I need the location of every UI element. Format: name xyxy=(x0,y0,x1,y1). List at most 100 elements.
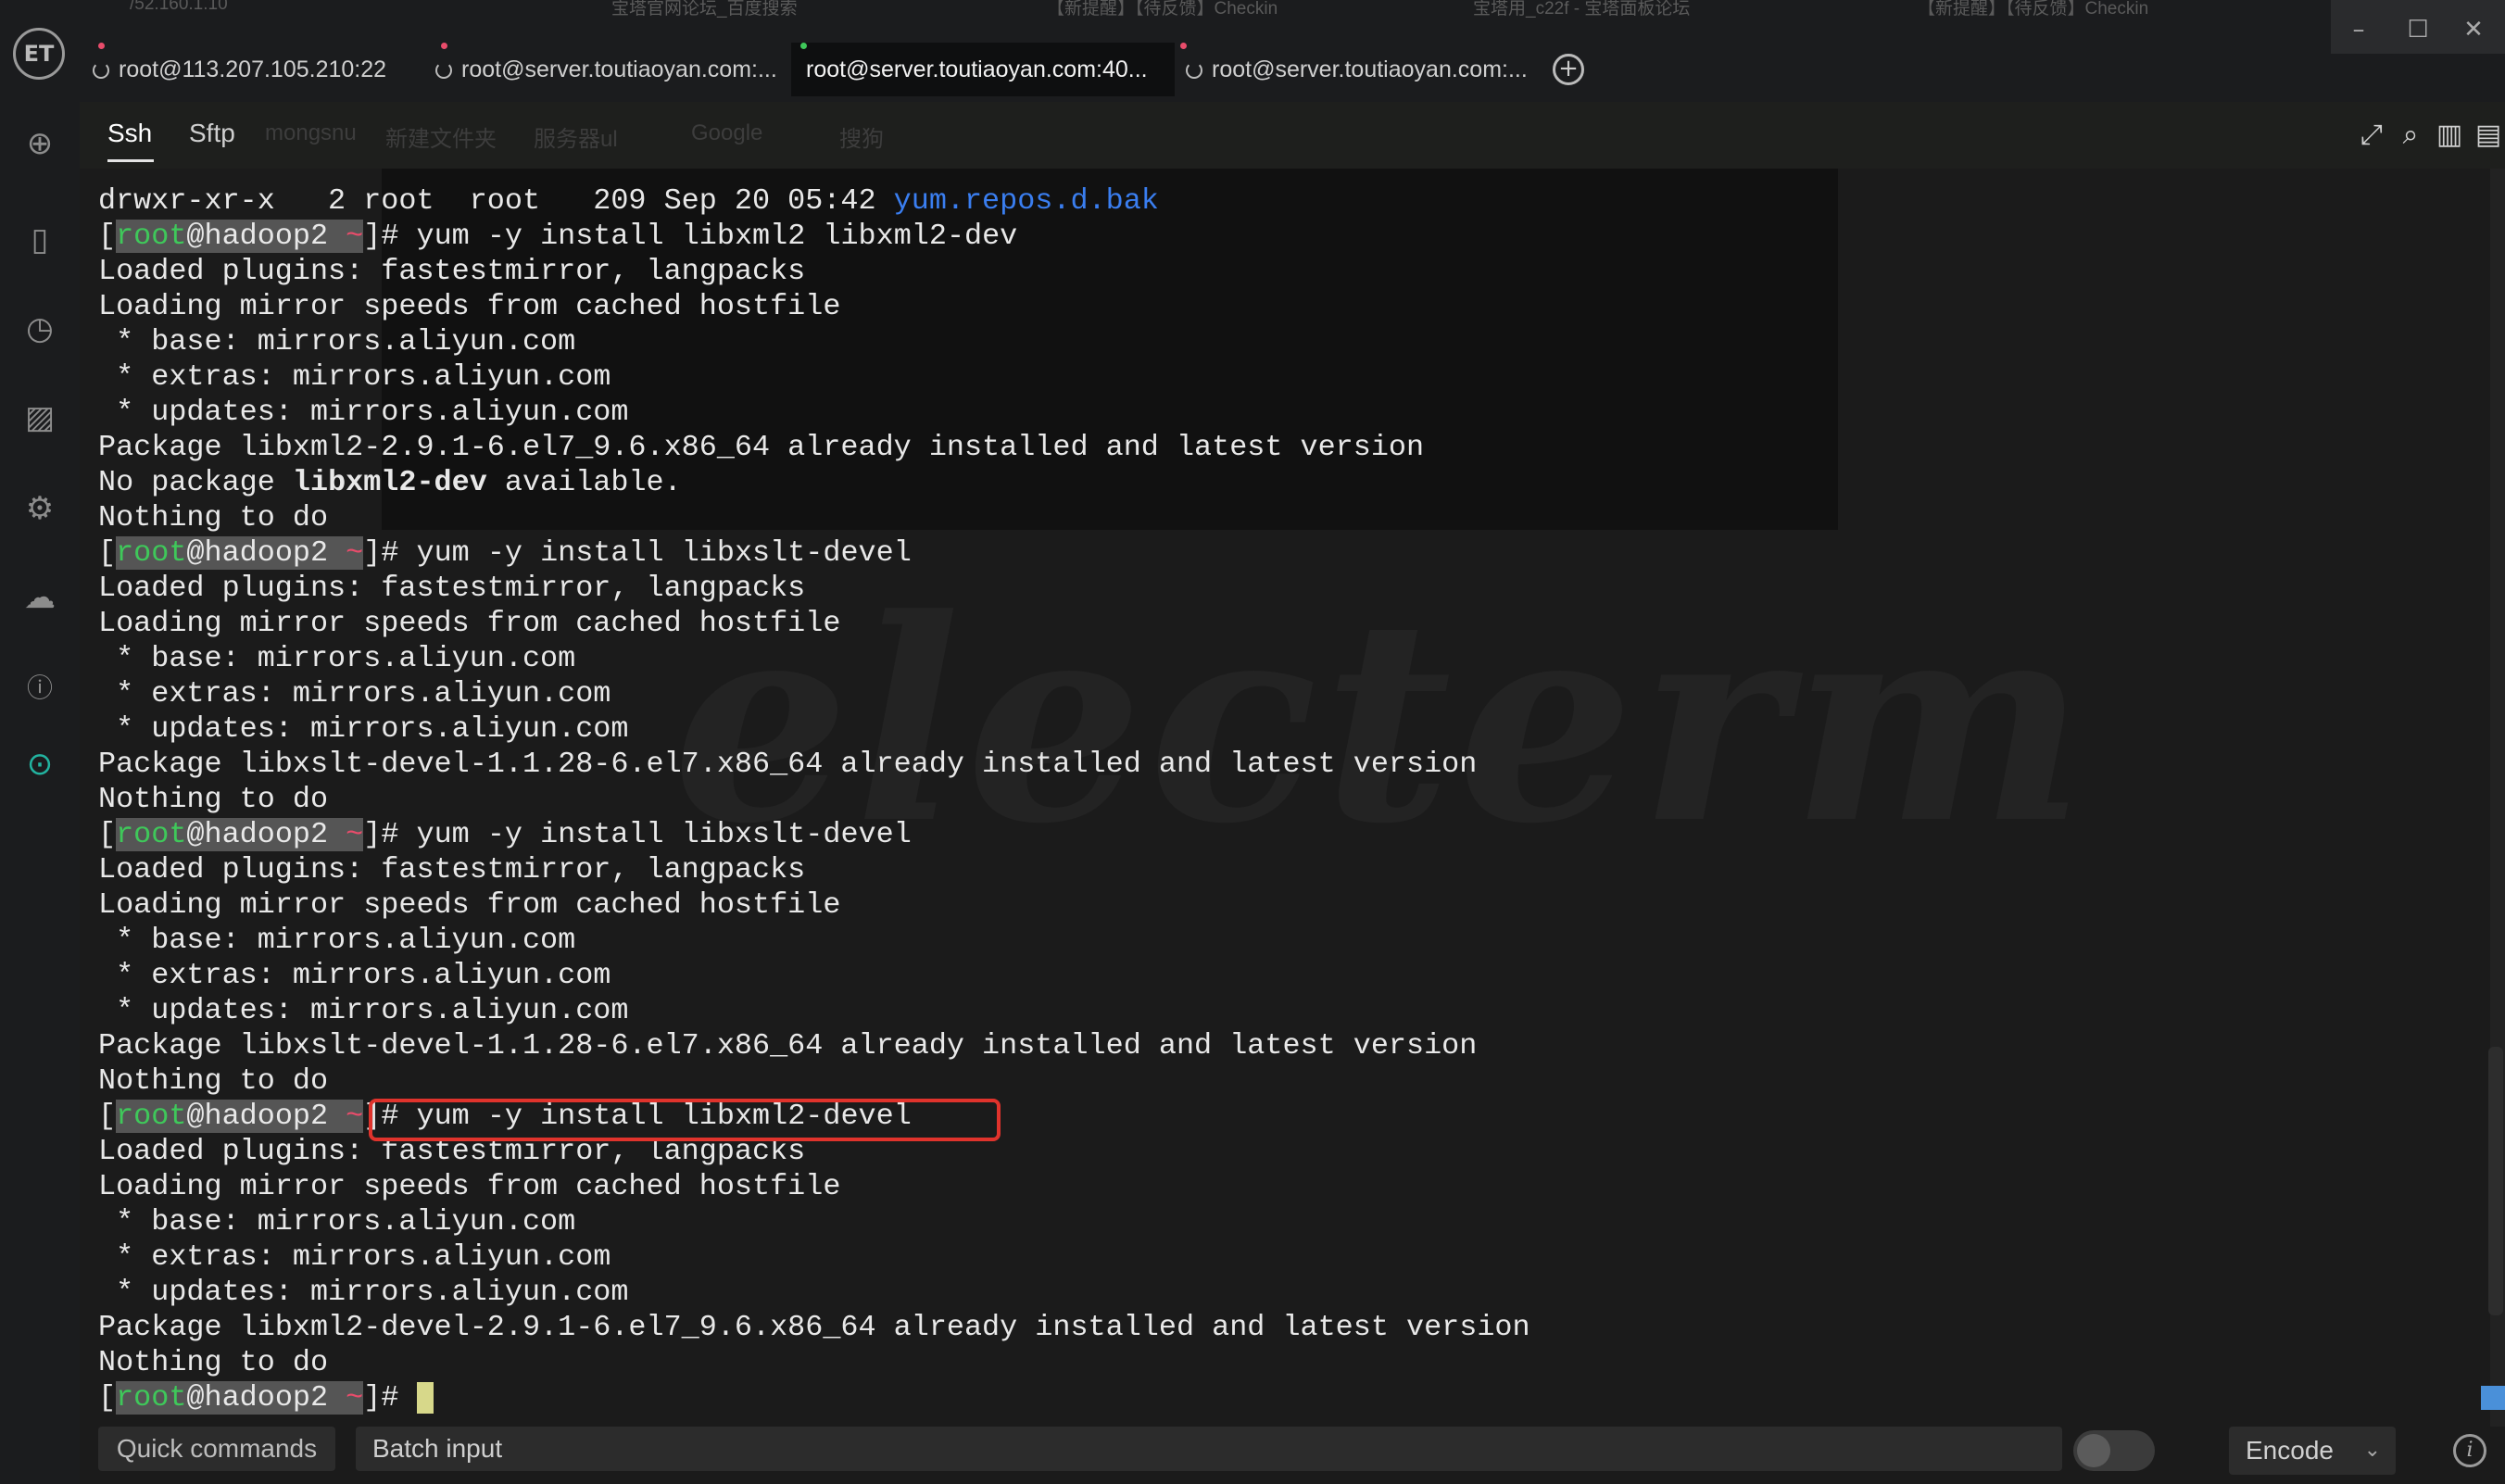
info-icon[interactable]: i xyxy=(2453,1434,2486,1467)
terminal-output-line: * base: mirrors.aliyun.com xyxy=(98,641,1530,676)
quick-commands-button[interactable]: Quick commands xyxy=(98,1427,335,1471)
prompt-user: root xyxy=(116,1100,187,1133)
prompt-dir: ~ xyxy=(346,220,364,253)
sidebar: ⊕ ▯ ◷ ▨ ⚙ ☁ ⓘ ⊙ xyxy=(0,102,80,1484)
prompt-bracket: [ xyxy=(98,1381,117,1415)
ghost-bookmark: 搜狗 xyxy=(839,127,884,152)
grid-icon[interactable]: ▤ xyxy=(2472,119,2505,152)
tab-ssh[interactable]: Ssh xyxy=(107,119,152,148)
tab-label: root@server.toutiaoyan.com:40... xyxy=(806,57,1148,82)
prompt-user: root xyxy=(116,536,187,570)
upgrade-icon[interactable]: ⊙ xyxy=(20,745,59,784)
prompt-bracket: [ xyxy=(98,818,117,851)
loading-icon xyxy=(93,62,109,80)
terminal[interactable]: electerm drwxr-xr-x 2 root root 209 Sep … xyxy=(80,169,2492,1427)
background-tab: 【新提醒】【待反馈】Checkin xyxy=(1047,0,1278,19)
status-dot xyxy=(800,43,807,49)
prompt-host: @hadoop2 xyxy=(186,536,346,570)
output-text: Package libxml2-2.9.1-6.el7_9.6.x86_64 a… xyxy=(98,431,1425,464)
image-icon[interactable]: ▨ xyxy=(20,398,59,437)
output-text: Package libxslt-devel-1.1.28-6.el7.x86_6… xyxy=(98,1029,1478,1063)
output-text: available. xyxy=(486,466,682,499)
prompt-dir: ~ xyxy=(346,818,364,851)
settings-icon[interactable]: ⚙ xyxy=(20,489,59,528)
ghost-bookmark: Google xyxy=(691,120,763,145)
prompt-bracket: [ xyxy=(98,220,117,253)
terminal-prompt-line: [root@hadoop2 ~]# yum -y install libxml2… xyxy=(98,219,1530,254)
maximize-icon[interactable]: ☐ xyxy=(2399,11,2436,48)
ghost-bookmark: 新建文件夹 xyxy=(385,127,497,152)
output-text: Loading mirror speeds from cached hostfi… xyxy=(98,607,841,640)
output-text: * extras: mirrors.aliyun.com xyxy=(98,1240,611,1274)
output-text: Nothing to do xyxy=(98,783,329,816)
cloud-sync-icon[interactable]: ☁ xyxy=(20,578,59,617)
output-text: * base: mirrors.aliyun.com xyxy=(98,1205,576,1239)
loading-icon xyxy=(1186,62,1202,80)
output-text: * extras: mirrors.aliyun.com xyxy=(98,959,611,992)
session-tab-active[interactable]: root@server.toutiaoyan.com:40... xyxy=(791,43,1175,96)
tab-label: root@server.toutiaoyan.com:... xyxy=(461,57,777,82)
output-text: * updates: mirrors.aliyun.com xyxy=(98,712,629,746)
scrollbar-thumb[interactable] xyxy=(2488,1047,2503,1315)
bookmark-icon[interactable]: ▯ xyxy=(20,220,59,259)
terminal-output-line: Loading mirror speeds from cached hostfi… xyxy=(98,1169,1530,1204)
prompt-user: root xyxy=(116,818,187,851)
status-dot xyxy=(1180,43,1187,49)
output-text: Loaded plugins: fastestmirror, langpacks xyxy=(98,572,806,605)
output-text: Package libxml2-devel-2.9.1-6.el7_9.6.x8… xyxy=(98,1311,1530,1344)
output-text: * base: mirrors.aliyun.com xyxy=(98,924,576,957)
split-icon[interactable]: ▥ xyxy=(2433,119,2466,152)
background-tab: 宝塔官网论坛_百度搜索 xyxy=(611,0,798,19)
session-tabs: root@113.207.105.210:22 root@server.tout… xyxy=(80,43,1608,96)
status-indicator xyxy=(2481,1386,2505,1410)
toggle-switch[interactable] xyxy=(2073,1430,2155,1471)
terminal-output-line: * updates: mirrors.aliyun.com xyxy=(98,993,1530,1028)
toggle-knob xyxy=(2077,1434,2110,1467)
terminal-prompt-line: [root@hadoop2 ~]# yum -y install libxslt… xyxy=(98,535,1530,571)
output-text: * extras: mirrors.aliyun.com xyxy=(98,677,611,711)
fullscreen-icon[interactable]: ⤢ xyxy=(2355,119,2388,152)
prompt-bracket: ] xyxy=(363,220,382,253)
highlight-annotation xyxy=(369,1099,1001,1141)
terminal-output-line: Loaded plugins: fastestmirror, langpacks xyxy=(98,254,1530,289)
tab-sftp[interactable]: Sftp xyxy=(189,119,235,148)
output-text: Nothing to do xyxy=(98,1064,329,1098)
prompt-user: root xyxy=(116,220,187,253)
add-tab-icon[interactable]: + xyxy=(1553,54,1584,85)
terminal-output-line: Package libxml2-devel-2.9.1-6.el7_9.6.x8… xyxy=(98,1310,1530,1345)
prompt-user: root xyxy=(116,1381,187,1415)
terminal-output-line: Loaded plugins: fastestmirror, langpacks xyxy=(98,571,1530,606)
terminal-output-line: * base: mirrors.aliyun.com xyxy=(98,923,1530,958)
output-text: * base: mirrors.aliyun.com xyxy=(98,325,576,358)
output-text: Loaded plugins: fastestmirror, langpacks xyxy=(98,853,806,887)
history-icon[interactable]: ◷ xyxy=(20,309,59,348)
terminal-output-line: Package libxslt-devel-1.1.28-6.el7.x86_6… xyxy=(98,747,1530,782)
terminal-output-line: Package libxslt-devel-1.1.28-6.el7.x86_6… xyxy=(98,1028,1530,1063)
prompt-dir: ~ xyxy=(346,536,364,570)
terminal-output-line: Loading mirror speeds from cached hostfi… xyxy=(98,887,1530,923)
session-tab[interactable]: root@113.207.105.210:22 xyxy=(93,43,435,96)
output-text: No package xyxy=(98,466,293,499)
encode-select[interactable]: Encode ⌄ xyxy=(2229,1427,2396,1475)
minimize-icon[interactable]: – xyxy=(2340,11,2377,48)
prompt-host: @hadoop2 xyxy=(186,818,346,851)
command-text: # yum -y install libxslt-devel xyxy=(381,818,912,851)
output-text: * base: mirrors.aliyun.com xyxy=(98,642,576,675)
terminal-output-line: Nothing to do xyxy=(98,782,1530,817)
info-icon[interactable]: ⓘ xyxy=(20,669,59,708)
output-text: Loading mirror speeds from cached hostfi… xyxy=(98,1170,841,1203)
terminal-output-line: Loading mirror speeds from cached hostfi… xyxy=(98,289,1530,324)
prompt-bracket: [ xyxy=(98,536,117,570)
terminal-output-line: * extras: mirrors.aliyun.com xyxy=(98,1239,1530,1275)
terminal-output-line: Loaded plugins: fastestmirror, langpacks xyxy=(98,852,1530,887)
output-text: * updates: mirrors.aliyun.com xyxy=(98,1276,629,1309)
terminal-output-line: * updates: mirrors.aliyun.com xyxy=(98,1275,1530,1310)
add-icon[interactable]: ⊕ xyxy=(20,124,59,163)
close-icon[interactable]: ✕ xyxy=(2455,11,2492,48)
terminal-output-line: Loading mirror speeds from cached hostfi… xyxy=(98,606,1530,641)
search-icon[interactable]: ⌕ xyxy=(2394,119,2427,152)
batch-input[interactable] xyxy=(356,1427,2062,1471)
background-tab: 宝塔用_c22f - 宝塔面板论坛 xyxy=(1473,0,1691,19)
output-text: * updates: mirrors.aliyun.com xyxy=(98,396,629,429)
terminal-output-line: * extras: mirrors.aliyun.com xyxy=(98,359,1530,395)
